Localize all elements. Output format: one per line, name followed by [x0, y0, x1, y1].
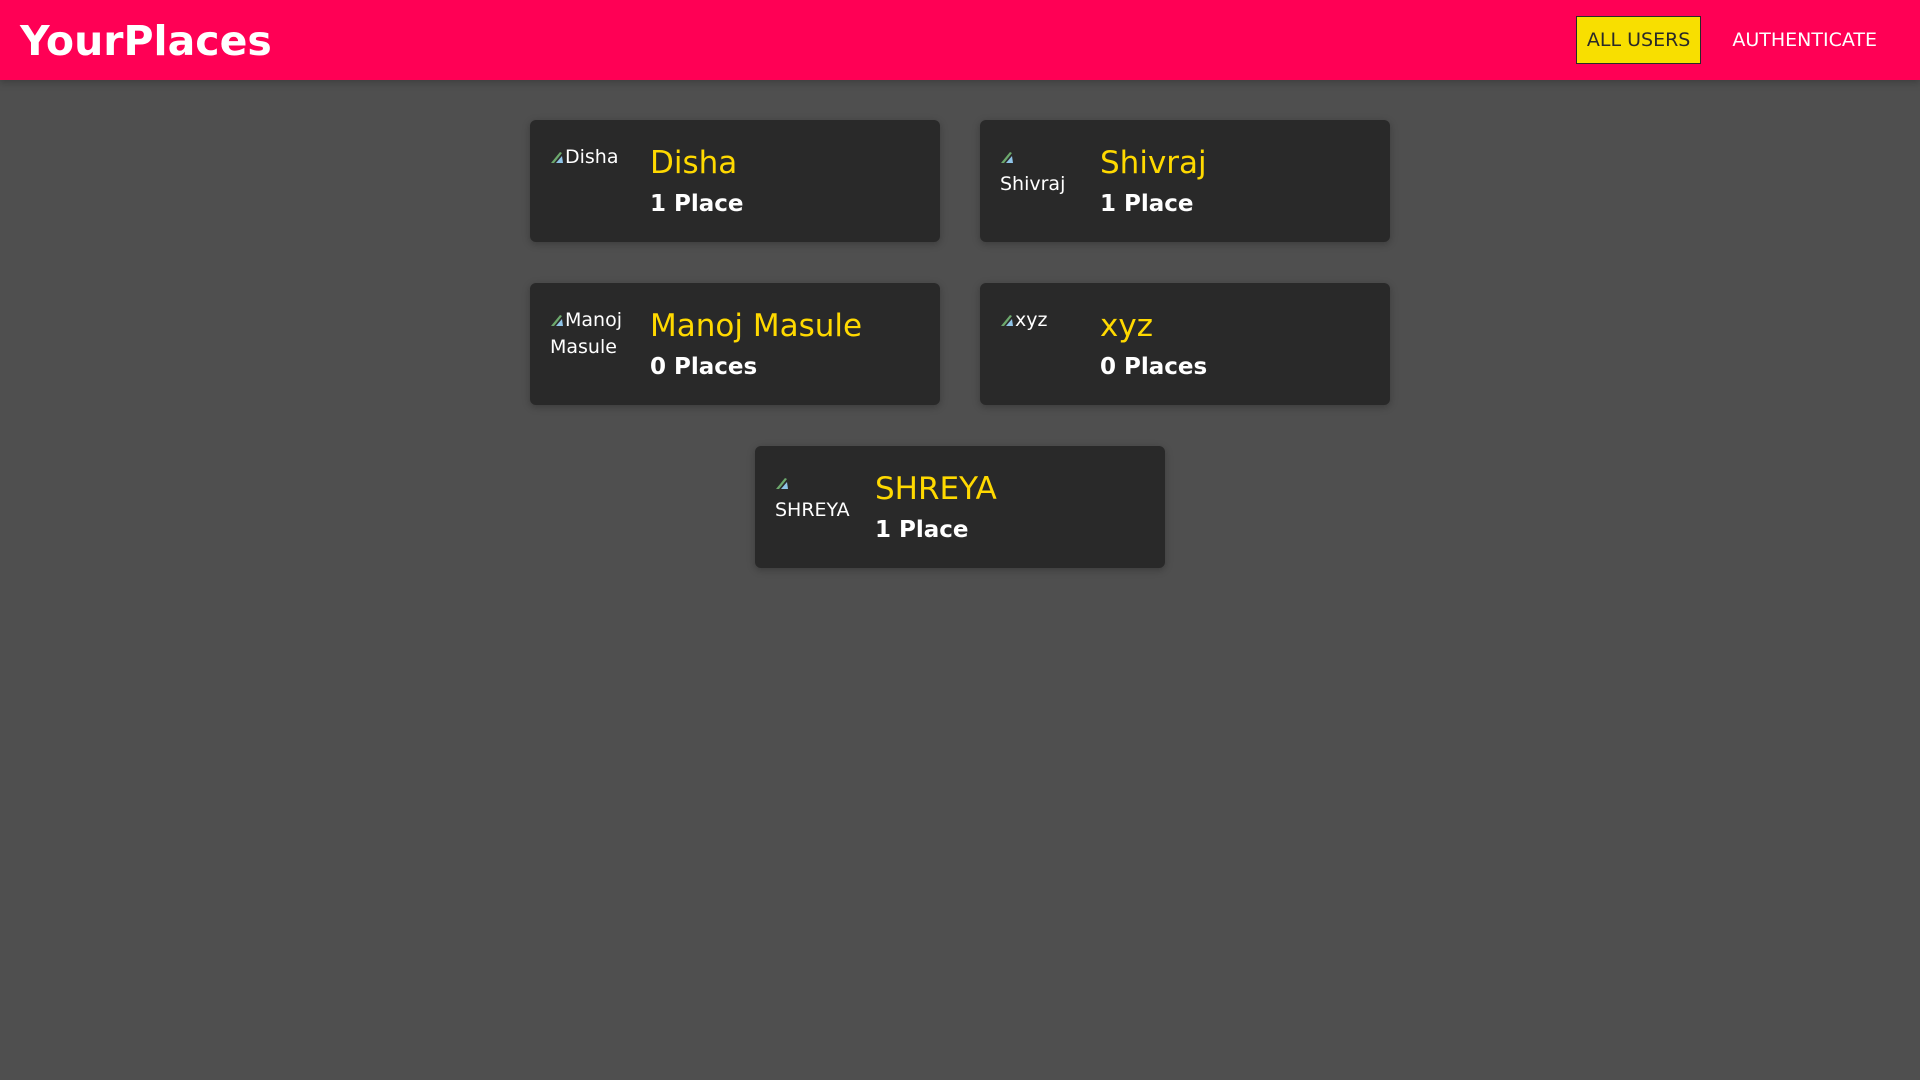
nav-authenticate[interactable]: AUTHENTICATE	[1721, 16, 1888, 64]
broken-image-icon	[776, 478, 788, 489]
user-place-count: 1 Place	[1100, 191, 1194, 217]
user-card-shivraj[interactable]: Shivraj Shivraj 1 Place	[980, 120, 1390, 242]
nav-all-users[interactable]: ALL USERS	[1575, 16, 1702, 64]
user-place-count: 1 Place	[875, 517, 969, 543]
user-info: Disha 1 Place	[650, 142, 744, 220]
avatar-alt-text: xyz	[1015, 309, 1048, 331]
user-name: xyz	[1100, 308, 1153, 344]
main-header: YourPlaces ALL USERS AUTHENTICATE	[0, 0, 1920, 80]
user-place-count: 0 Places	[650, 354, 758, 380]
user-info: Manoj Masule 0 Places	[650, 305, 862, 383]
user-card-disha[interactable]: Disha Disha 1 Place	[530, 120, 940, 242]
user-card-xyz[interactable]: xyz xyz 0 Places	[980, 283, 1390, 405]
user-place-count: 1 Place	[650, 191, 744, 217]
broken-image-icon	[1001, 152, 1013, 163]
avatar-alt-text: Shivraj	[1000, 173, 1066, 195]
app-logo[interactable]: YourPlaces	[20, 14, 272, 68]
broken-image-icon	[551, 315, 563, 326]
user-card-shreya[interactable]: SHREYA SHREYA 1 Place	[755, 446, 1165, 568]
user-info: SHREYA 1 Place	[875, 468, 997, 546]
user-place-count: 0 Places	[1100, 354, 1208, 380]
avatar-alt-text: SHREYA	[775, 499, 850, 521]
broken-image-icon	[551, 152, 563, 163]
broken-image-icon	[1001, 315, 1013, 326]
avatar-alt-text: Disha	[565, 146, 619, 168]
user-info: Shivraj 1 Place	[1100, 142, 1207, 220]
avatar: Manoj Masule	[550, 307, 626, 383]
user-name: Manoj Masule	[650, 308, 863, 344]
avatar: xyz	[1000, 307, 1076, 383]
user-name: SHREYA	[875, 471, 997, 507]
user-name: Shivraj	[1100, 145, 1207, 181]
user-info: xyz 0 Places	[1100, 305, 1207, 383]
avatar: SHREYA	[775, 470, 851, 546]
main-nav: ALL USERS AUTHENTICATE	[1575, 16, 1888, 64]
avatar: Shivraj	[1000, 144, 1076, 220]
avatar: Disha	[550, 144, 626, 220]
user-name: Disha	[650, 145, 738, 181]
user-card-manoj-masule[interactable]: Manoj Masule Manoj Masule 0 Places	[530, 283, 940, 405]
